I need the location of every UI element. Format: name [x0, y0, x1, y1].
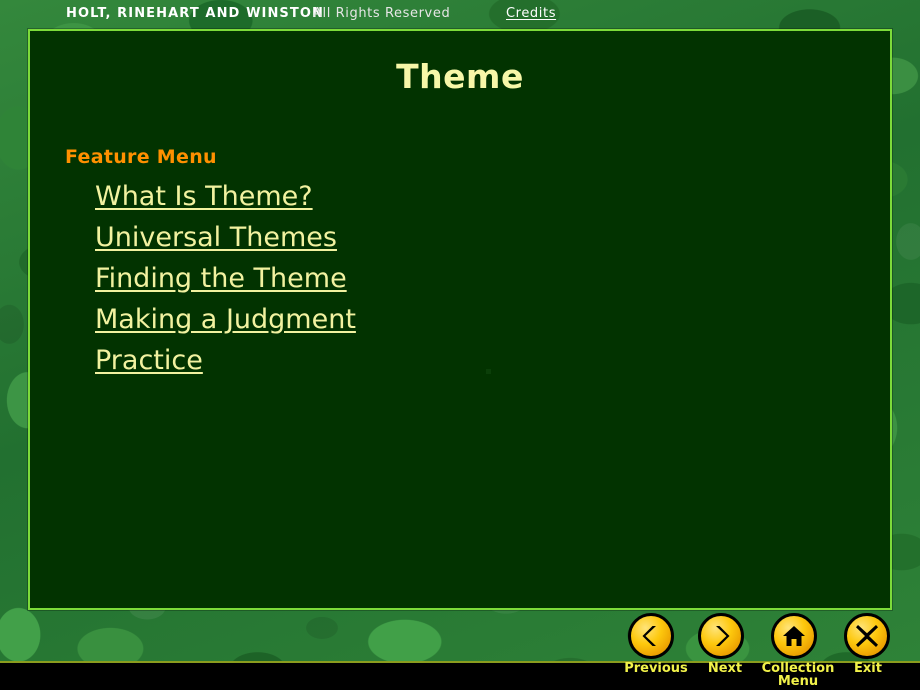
close-x-icon	[855, 624, 879, 648]
collection-menu-button[interactable]	[771, 613, 817, 659]
menu-link-practice[interactable]: Practice	[95, 347, 203, 375]
collection-menu-button-label[interactable]: Collection Menu	[755, 662, 841, 689]
list-item: Finding the Theme	[95, 265, 356, 293]
list-item: What Is Theme?	[95, 182, 356, 211]
content-panel: Theme Feature Menu What Is Theme? Univer…	[28, 29, 892, 610]
list-item: Practice	[95, 347, 356, 375]
render-artifact-dot	[486, 369, 491, 374]
menu-link-what-is-theme[interactable]: What Is Theme?	[95, 182, 313, 211]
feature-menu-heading: Feature Menu	[65, 146, 217, 168]
slide-viewer: Theme Feature Menu What Is Theme? Univer…	[0, 0, 920, 690]
chevron-right-icon	[710, 624, 732, 648]
next-button[interactable]	[698, 613, 744, 659]
next-button-label[interactable]: Next	[698, 662, 752, 676]
publisher-name: HOLT, RINEHART AND WINSTON	[66, 6, 324, 21]
chevron-left-icon	[640, 624, 662, 648]
navigation-buttons	[628, 613, 900, 661]
exit-button[interactable]	[844, 613, 890, 659]
exit-button-label[interactable]: Exit	[845, 662, 891, 676]
list-item: Universal Themes	[95, 223, 356, 252]
page-title: Theme	[396, 57, 524, 96]
feature-menu-list: What Is Theme? Universal Themes Finding …	[95, 182, 356, 388]
rights-text: All Rights Reserved	[313, 6, 451, 21]
home-icon	[782, 625, 806, 647]
menu-link-finding-the-theme[interactable]: Finding the Theme	[95, 265, 347, 293]
menu-link-making-a-judgment[interactable]: Making a Judgment	[95, 306, 356, 334]
list-item: Making a Judgment	[95, 306, 356, 334]
credits-link[interactable]: Credits	[506, 6, 556, 21]
previous-button[interactable]	[628, 613, 674, 659]
menu-link-universal-themes[interactable]: Universal Themes	[95, 223, 337, 252]
previous-button-label[interactable]: Previous	[617, 662, 695, 676]
